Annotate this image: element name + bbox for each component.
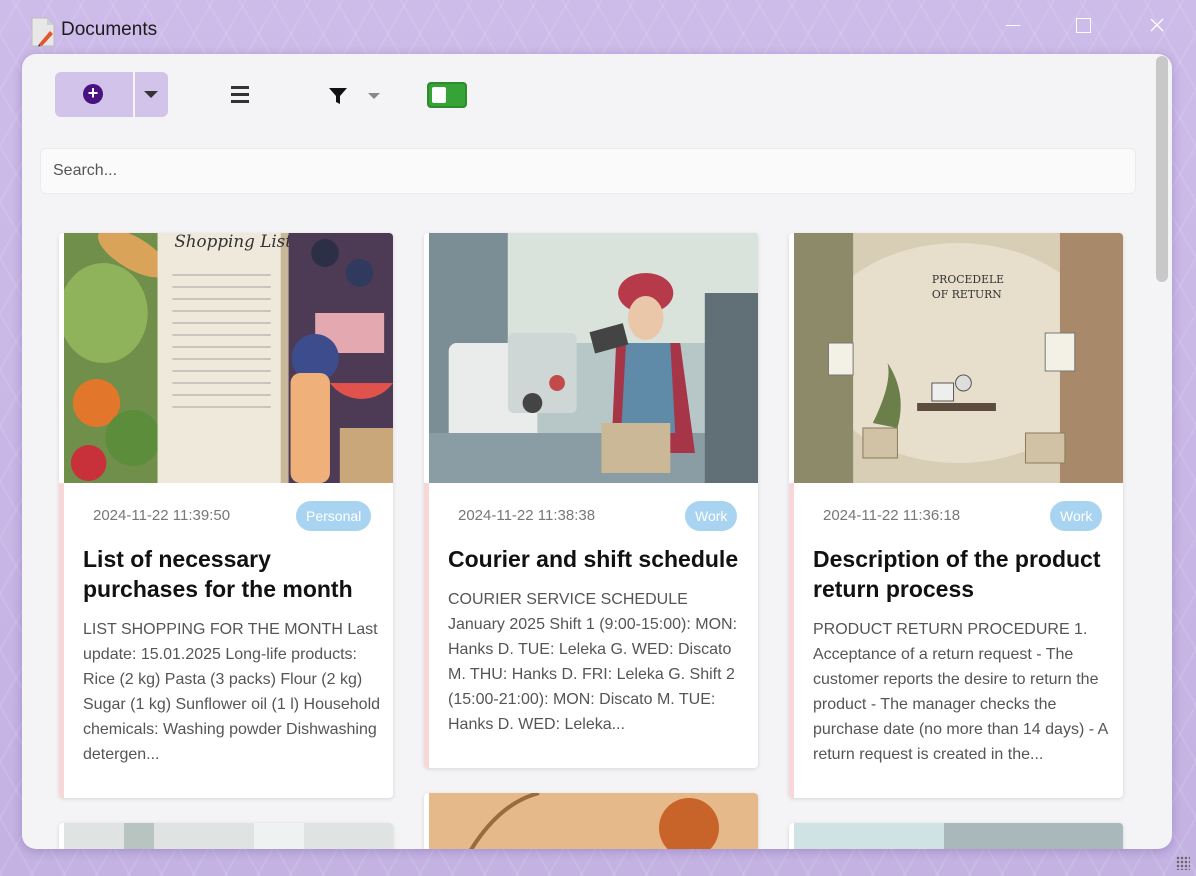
card-date: 2024-11-22 11:38:38 — [458, 507, 596, 524]
card-excerpt: LIST SHOPPING FOR THE MONTH Last update:… — [83, 621, 381, 763]
title-bar: Documents — [0, 0, 1196, 56]
add-options-dropdown[interactable] — [135, 72, 168, 117]
maximize-button[interactable] — [1072, 14, 1094, 36]
image-heading-line2: OF RETURN — [932, 288, 1002, 301]
close-button[interactable] — [1146, 14, 1168, 36]
card-date: 2024-11-22 11:39:50 — [93, 507, 231, 524]
document-card-partial[interactable] — [424, 793, 758, 849]
card-image-returns: PROCEDELE OF RETURN — [794, 233, 1123, 483]
document-card-partial[interactable] — [789, 823, 1123, 849]
category-badge: Work — [685, 501, 738, 531]
card-date: 2024-11-22 11:36:18 — [823, 507, 961, 524]
card-title: List of necessary purchases for the mont… — [83, 546, 353, 602]
card-excerpt: PRODUCT RETURN PROCEDURE 1. Acceptance o… — [813, 621, 1108, 763]
chevron-down-icon — [368, 93, 380, 99]
document-card[interactable]: Shopping List 2024-11-22 11:39:50 Person… — [59, 233, 393, 798]
card-image-partial — [794, 823, 1123, 849]
search-input[interactable] — [40, 148, 1136, 194]
image-heading-line1: PROCEDELE — [932, 273, 1004, 286]
document-card[interactable]: 2024-11-22 11:38:38 Work Courier and shi… — [424, 233, 758, 768]
hamburger-icon — [231, 86, 249, 89]
card-image-partial — [429, 793, 758, 849]
filter-button[interactable] — [324, 84, 384, 108]
category-badge: Work — [1050, 501, 1103, 531]
vertical-scrollbar[interactable] — [1156, 56, 1168, 282]
menu-button[interactable] — [227, 84, 253, 106]
main-panel: + Shopping — [22, 54, 1172, 849]
toggle-knob — [432, 87, 446, 103]
image-heading: Shopping List — [174, 233, 292, 251]
plus-circle-icon: + — [83, 84, 103, 104]
category-badge: Personal — [296, 501, 372, 531]
add-document-button[interactable]: + — [55, 72, 133, 117]
card-excerpt: COURIER SERVICE SCHEDULE January 2025 Sh… — [448, 591, 738, 733]
card-image-courier — [429, 233, 758, 483]
document-card[interactable]: PROCEDELE OF RETURN 2024-11-22 11:36:18 … — [789, 233, 1123, 798]
close-icon — [1150, 18, 1164, 32]
view-toggle[interactable] — [427, 82, 467, 108]
window-title: Documents — [61, 19, 158, 40]
card-image-shopping: Shopping List — [64, 233, 393, 483]
document-app-icon — [31, 17, 55, 47]
funnel-icon — [329, 88, 347, 104]
card-title: Description of the product return proces… — [813, 546, 1101, 602]
minimize-button[interactable] — [1002, 14, 1024, 36]
card-image-partial — [64, 823, 393, 849]
document-card-partial[interactable] — [59, 823, 393, 849]
card-title: Courier and shift schedule — [448, 546, 739, 572]
resize-grip-icon[interactable] — [1176, 856, 1190, 870]
